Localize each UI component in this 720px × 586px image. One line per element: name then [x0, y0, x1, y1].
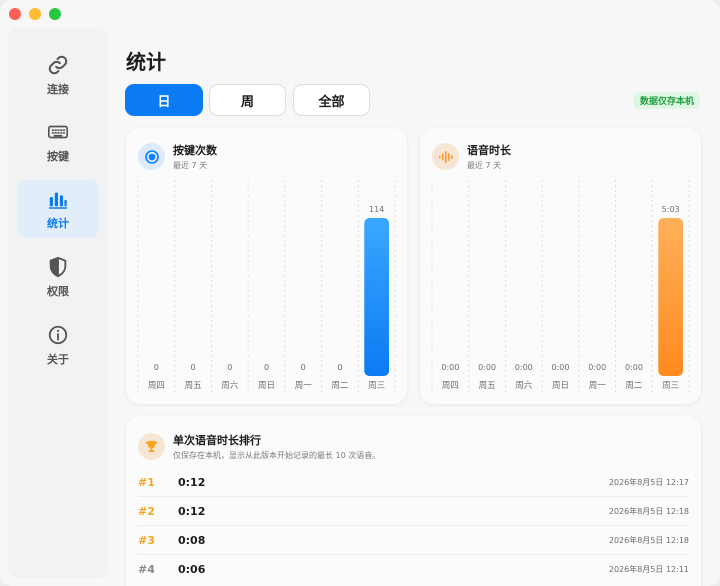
x-tick-label: 周二	[331, 381, 349, 391]
ranking-number: #4	[138, 563, 155, 576]
ranking-header: 单次语音时长排行 仅保存在本机，显示从此版本开始记录的最长 10 次语音。	[138, 432, 380, 461]
shield-icon	[49, 256, 67, 277]
sidebar: 连接 按键 统计 权限 关于	[8, 28, 108, 578]
sidebar-item-label: 关于	[47, 352, 69, 366]
sidebar-item-permissions[interactable]: 权限	[17, 248, 99, 306]
bar-chart-icon	[48, 192, 68, 209]
close-window-button[interactable]	[9, 8, 21, 20]
bar-value-label: 0:00	[441, 363, 459, 372]
x-tick-label: 周一	[295, 381, 313, 391]
bar-value-label: 0:00	[515, 363, 533, 372]
tab-all[interactable]: 全部	[293, 84, 370, 116]
x-tick-label: 周三	[368, 381, 385, 391]
bar-value-label: 0:00	[625, 363, 643, 372]
x-tick-label: 周三	[662, 381, 679, 391]
chart-bar[interactable]	[364, 218, 389, 376]
sidebar-item-connect[interactable]: 连接	[17, 46, 99, 104]
ranking-title: 单次语音时长排行	[173, 434, 261, 447]
ranking-number: #3	[138, 533, 155, 547]
keyboard-icon	[48, 125, 68, 138]
ranking-duration: 0:08	[178, 533, 206, 547]
page-title: 统计	[126, 50, 166, 74]
chart-bar[interactable]	[658, 218, 683, 376]
sidebar-item-keys[interactable]: 按键	[17, 113, 99, 171]
maximize-window-button[interactable]	[49, 8, 61, 20]
bar-value-label: 0	[301, 363, 306, 372]
ranking-subtitle: 仅保存在本机，显示从此版本开始记录的最长 10 次语音。	[173, 451, 381, 460]
x-tick-label: 周五	[479, 381, 497, 391]
ranking-duration: 0:12	[178, 504, 206, 518]
x-tick-label: 周日	[552, 381, 569, 391]
sidebar-item-stats[interactable]: 统计	[17, 180, 99, 238]
tab-week[interactable]: 周	[209, 84, 286, 116]
ranking-date: 2026年8月5日 12:11	[608, 565, 689, 574]
x-tick-label: 周六	[515, 380, 533, 391]
ranking-date: 2026年8月5日 12:18	[608, 506, 689, 516]
x-tick-label: 周一	[589, 381, 607, 391]
bar-value-label: 0:00	[588, 363, 606, 372]
bar-value-label: 0	[337, 363, 342, 372]
ranking-date: 2026年8月5日 12:18	[608, 535, 689, 545]
keypress-bar-chart: 0 周四 0 周五 0 周六 0 周日 0 周一 0 周二 114 周三	[137, 180, 396, 394]
main-content: 统计 日 周 全部 数据仅存本机 按键次数 最近 7 天 0 周四 0 周五 0 周六 0 周…	[108, 0, 720, 586]
local-data-badge: 数据仅存本机	[633, 92, 700, 109]
bar-value-label: 0	[191, 363, 196, 372]
bar-value-label: 114	[369, 205, 384, 214]
app-window: 连接 按键 统计 权限 关于 统计 日 周 全部 数据仅存本机 按键次数 最近 …	[0, 0, 720, 586]
link-icon	[48, 55, 68, 74]
ranking-row[interactable]: #2 0:12 2026年8月5日 12:18	[138, 497, 689, 526]
tab-day[interactable]: 日	[125, 84, 203, 116]
bar-value-label: 0:00	[478, 363, 496, 372]
ranking-row[interactable]: #4 0:06 2026年8月5日 12:11	[138, 555, 689, 584]
minimize-window-button[interactable]	[29, 8, 41, 20]
bar-value-label: 5:03	[662, 205, 680, 214]
sidebar-item-label: 连接	[47, 82, 69, 96]
ranking-card: 单次语音时长排行 仅保存在本机，显示从此版本开始记录的最长 10 次语音。 #1…	[126, 416, 701, 586]
keypress-card: 按键次数 最近 7 天 0 周四 0 周五 0 周六 0 周日 0 周一 0 周二 114 周三	[126, 128, 407, 404]
x-tick-label: 周二	[625, 381, 643, 391]
ranking-number: #1	[138, 475, 155, 489]
bar-value-label: 0:00	[552, 363, 570, 372]
sidebar-item-label: 统计	[47, 216, 69, 230]
ranking-row[interactable]: #1 0:12 2026年8月5日 12:17	[138, 468, 689, 497]
voice-card: 语音时长 最近 7 天 0:00 周四 0:00 周五 0:00 周六 0:00 周日 0:00…	[420, 128, 701, 404]
bar-value-label: 0	[264, 363, 269, 372]
ranking-date: 2026年8月5日 12:17	[608, 477, 689, 487]
info-icon	[48, 325, 68, 344]
sidebar-item-about[interactable]: 关于	[17, 316, 99, 374]
sidebar-item-label: 权限	[47, 284, 69, 298]
x-tick-label: 周五	[185, 381, 203, 391]
bar-value-label: 0	[227, 363, 232, 372]
x-tick-label: 周四	[148, 381, 165, 391]
bar-value-label: 0	[154, 363, 159, 372]
ranking-duration: 0:12	[178, 475, 206, 489]
window-controls	[9, 8, 61, 20]
voice-bar-chart: 0:00 周四 0:00 周五 0:00 周六 0:00 周日 0:00 周一 0:00 周二 5:03…	[431, 180, 690, 394]
sidebar-item-label: 按键	[47, 149, 69, 163]
x-tick-label: 周四	[442, 381, 459, 391]
x-tick-label: 周六	[221, 380, 239, 391]
x-tick-label: 周日	[258, 381, 275, 391]
ranking-row[interactable]: #3 0:08 2026年8月5日 12:18	[138, 526, 689, 555]
ranking-number: #2	[138, 504, 155, 518]
ranking-duration: 0:06	[178, 563, 206, 576]
trophy-icon	[138, 433, 165, 460]
